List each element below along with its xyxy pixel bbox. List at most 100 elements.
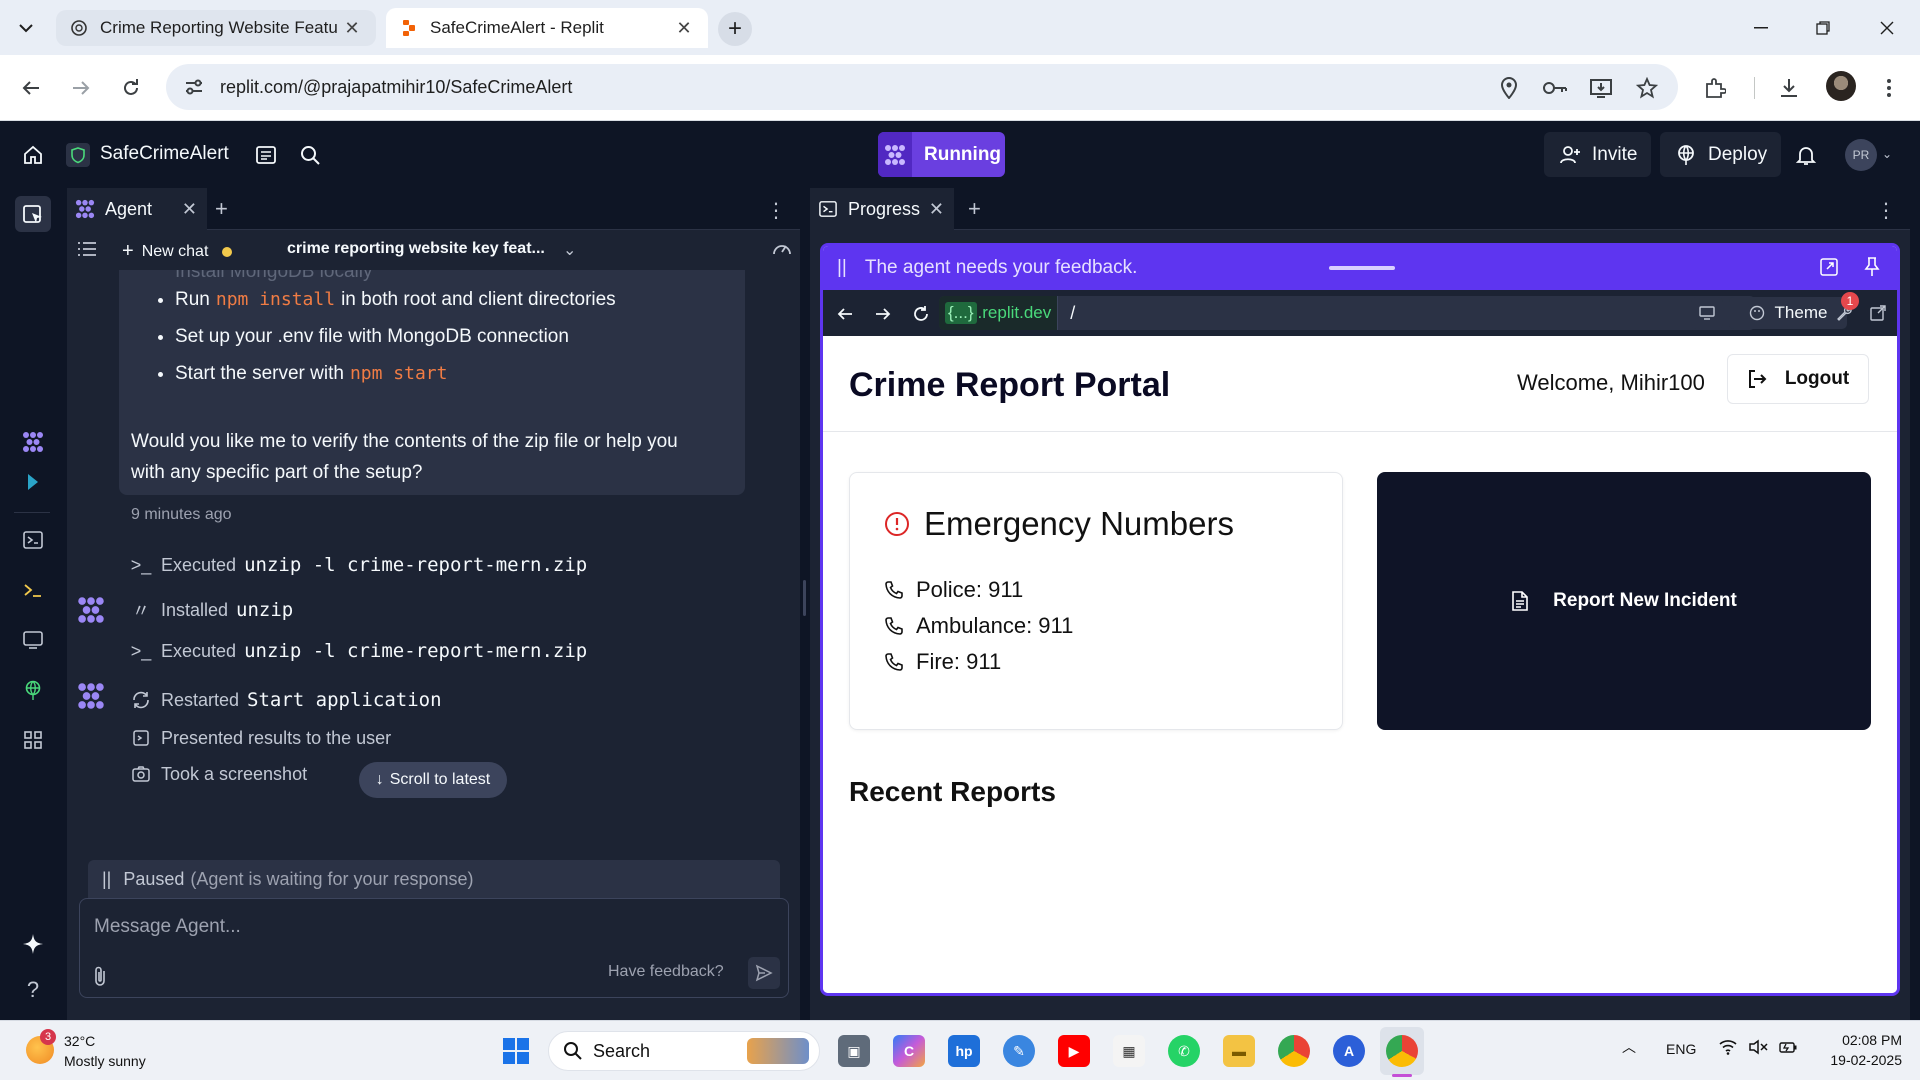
- windows-start-icon[interactable]: [502, 1037, 530, 1065]
- webview-path[interactable]: /: [1070, 303, 1075, 324]
- deployments-rail-icon[interactable]: [17, 674, 49, 706]
- webview-forward-icon[interactable]: [871, 302, 895, 326]
- copilot-icon[interactable]: C: [893, 1035, 925, 1067]
- resize-handle[interactable]: [803, 580, 806, 616]
- attach-paperclip-icon[interactable]: [92, 965, 108, 987]
- tab-agent[interactable]: Agent ✕: [67, 188, 207, 230]
- weather-temp[interactable]: 32°C: [64, 1033, 95, 1049]
- invite-button[interactable]: Invite: [1544, 132, 1652, 177]
- report-new-incident-button[interactable]: Report New Incident: [1377, 472, 1871, 730]
- close-tab-icon[interactable]: ✕: [342, 18, 362, 38]
- app-store-icon[interactable]: A: [1333, 1035, 1365, 1067]
- new-chat-button[interactable]: + New chat: [122, 240, 233, 263]
- message-agent-input[interactable]: [94, 913, 754, 941]
- search-icon[interactable]: [296, 141, 324, 169]
- step-executed[interactable]: >_ Executed unzip -l crime-report-mern.z…: [129, 553, 588, 577]
- expand-icon[interactable]: [1819, 257, 1839, 277]
- chrome-profile-app-icon[interactable]: [1386, 1035, 1418, 1067]
- wifi-icon[interactable]: [1718, 1039, 1738, 1055]
- panel-menu-icon[interactable]: ⋮: [766, 198, 786, 223]
- assistant-rail-icon[interactable]: [17, 466, 49, 498]
- dev-domain[interactable]: {...} .replit.dev: [939, 296, 1059, 330]
- project-info-icon[interactable]: [252, 141, 280, 169]
- all-tools-grid-icon[interactable]: [17, 724, 49, 756]
- progress-rail-icon[interactable]: [17, 524, 49, 556]
- have-feedback-link[interactable]: Have feedback?: [608, 963, 724, 981]
- step-installed[interactable]: 〃 Installed unzip: [129, 598, 293, 622]
- close-tab-icon[interactable]: ✕: [674, 18, 694, 38]
- install-app-icon[interactable]: [1588, 75, 1614, 101]
- minimize-icon[interactable]: [1746, 14, 1776, 42]
- tab-search-chevron-icon[interactable]: [12, 14, 40, 42]
- step-restarted[interactable]: Restarted Start application: [129, 688, 442, 712]
- drag-handle[interactable]: [1329, 266, 1395, 270]
- chat-history-icon[interactable]: [77, 240, 97, 258]
- taskbar-search[interactable]: Search: [548, 1031, 820, 1071]
- usage-gauge-icon[interactable]: [772, 240, 792, 256]
- location-icon[interactable]: [1496, 75, 1522, 101]
- webview-url-bar[interactable]: {...}.replit.dev / →: [939, 296, 1755, 330]
- webview-reload-icon[interactable]: [909, 302, 933, 326]
- microsoft-store-icon[interactable]: ▦: [1113, 1035, 1145, 1067]
- tray-overflow-chevron-icon[interactable]: ︿: [1622, 1037, 1636, 1057]
- file-explorer-icon[interactable]: ▬: [1223, 1035, 1255, 1067]
- clock-date[interactable]: 19-02-2025: [1818, 1052, 1902, 1068]
- pin-icon[interactable]: [1863, 256, 1881, 278]
- notifications-bell-icon[interactable]: [1792, 141, 1820, 169]
- send-button[interactable]: [748, 957, 780, 989]
- ai-sparkle-icon[interactable]: [17, 928, 49, 960]
- bookmark-star-icon[interactable]: [1634, 75, 1660, 101]
- help-icon[interactable]: ?: [17, 974, 49, 1006]
- address-bar[interactable]: replit.com/@prajapatmihir10/SafeCrimeAle…: [166, 64, 1678, 110]
- chrome-profile-avatar[interactable]: [1826, 71, 1856, 101]
- clock-time[interactable]: 02:08 PM: [1818, 1032, 1902, 1048]
- site-settings-icon[interactable]: [182, 75, 206, 99]
- profile-chevron-icon[interactable]: ⌄: [1882, 147, 1892, 161]
- close-tab-icon[interactable]: ✕: [929, 199, 944, 220]
- device-preview-button[interactable]: [1691, 297, 1723, 329]
- home-icon[interactable]: [19, 141, 47, 169]
- logout-button[interactable]: Logout: [1727, 354, 1869, 404]
- add-tab-icon[interactable]: +: [968, 196, 981, 222]
- scroll-to-latest-button[interactable]: ↓ Scroll to latest: [359, 762, 507, 798]
- webview-back-icon[interactable]: [833, 302, 857, 326]
- new-tab-button[interactable]: +: [718, 12, 752, 46]
- reload-icon[interactable]: [116, 73, 146, 103]
- whatsapp-icon[interactable]: ✆: [1168, 1035, 1200, 1067]
- battery-icon[interactable]: [1778, 1039, 1798, 1055]
- forward-icon[interactable]: [66, 73, 96, 103]
- file-explorer-icon[interactable]: [15, 196, 51, 232]
- volume-muted-icon[interactable]: [1748, 1039, 1768, 1055]
- youtube-icon[interactable]: ▶: [1058, 1035, 1090, 1067]
- chevron-down-icon[interactable]: ⌄: [563, 240, 576, 260]
- console-rail-icon[interactable]: [17, 574, 49, 606]
- open-new-window-icon[interactable]: [1863, 297, 1893, 329]
- weather-desc[interactable]: Mostly sunny: [64, 1053, 146, 1069]
- extensions-icon[interactable]: [1702, 75, 1728, 101]
- messenger-app-icon[interactable]: ✎: [1003, 1035, 1035, 1067]
- chrome-icon[interactable]: [1278, 1035, 1310, 1067]
- panel-menu-icon[interactable]: ⋮: [1876, 198, 1896, 223]
- project-name[interactable]: SafeCrimeAlert: [100, 143, 229, 165]
- restore-icon[interactable]: [1808, 14, 1838, 42]
- step-executed[interactable]: >_ Executed unzip -l crime-report-mern.z…: [129, 639, 588, 663]
- browser-tab-crime-reporting[interactable]: Crime Reporting Website Featu ✕: [56, 10, 376, 46]
- browser-tab-replit[interactable]: SafeCrimeAlert - Replit ✕: [386, 8, 708, 48]
- password-key-icon[interactable]: [1542, 75, 1568, 101]
- task-view-icon[interactable]: ▣: [838, 1035, 870, 1067]
- downloads-icon[interactable]: [1776, 75, 1802, 101]
- close-tab-icon[interactable]: ✕: [182, 199, 197, 220]
- agent-rail-icon[interactable]: [17, 426, 49, 458]
- step-screenshot[interactable]: Took a screenshot: [129, 762, 307, 786]
- deploy-button[interactable]: Deploy: [1660, 132, 1782, 177]
- run-status-button[interactable]: Running: [878, 132, 1005, 177]
- step-presented[interactable]: Presented results to the user: [129, 726, 391, 750]
- close-window-icon[interactable]: [1872, 14, 1902, 42]
- tab-progress[interactable]: Progress ✕: [810, 188, 954, 230]
- back-icon[interactable]: [16, 73, 46, 103]
- input-language[interactable]: ENG: [1666, 1041, 1696, 1057]
- hp-app-icon[interactable]: hp: [948, 1035, 980, 1067]
- webview-rail-icon[interactable]: [17, 624, 49, 656]
- chrome-menu-icon[interactable]: [1876, 75, 1902, 101]
- user-avatar[interactable]: PR: [1845, 139, 1877, 171]
